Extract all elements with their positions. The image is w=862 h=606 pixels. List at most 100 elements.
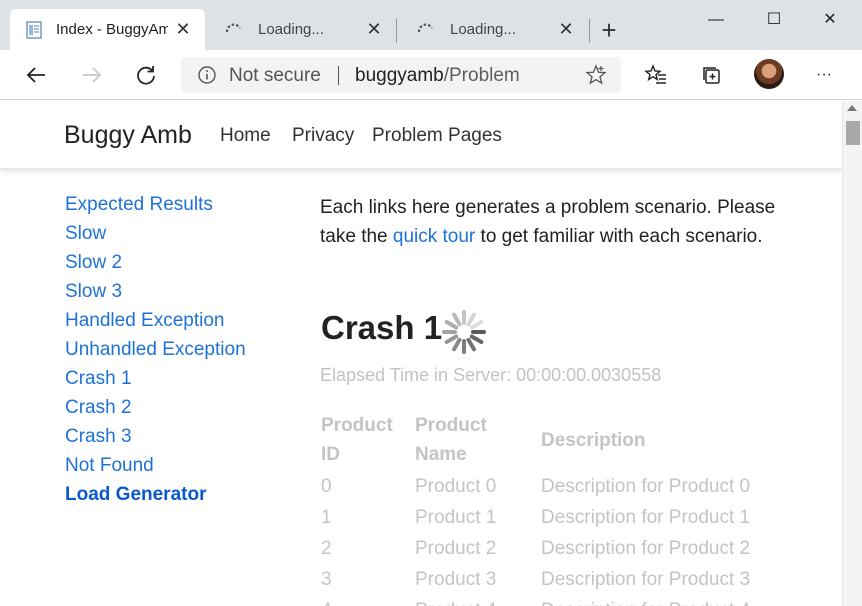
tab-active[interactable]: Index - BuggyAmb ✕ [10, 9, 205, 50]
sidebar-link-not-found[interactable]: Not Found [65, 454, 246, 483]
scroll-up-arrow-icon[interactable] [847, 105, 857, 111]
cell-product-name: Product 0 [415, 476, 497, 497]
column-header-description: Description [541, 429, 646, 451]
cell-product-id: 3 [321, 569, 332, 590]
favorites-button[interactable] [640, 60, 672, 90]
table-row: 4Product 4Description for Product 4 [313, 595, 758, 606]
tab-loading[interactable]: Loading... ✕ [210, 9, 396, 50]
nav-privacy[interactable]: Privacy [292, 125, 354, 147]
sidebar-link-handled-exception[interactable]: Handled Exception [65, 309, 246, 338]
table-row: 1 Product 1 Description for Product 1 [313, 502, 758, 533]
page-title: Crash 1 [321, 309, 443, 346]
intro-after: to get familiar with each scenario. [475, 226, 763, 247]
column-header-product-name: Product Name [415, 415, 487, 465]
cell-description: Description for Product 4 [533, 595, 758, 606]
address-bar[interactable]: Not secure buggyamb/Problem [181, 57, 621, 93]
loading-spinner-icon [442, 310, 486, 354]
more-menu-button[interactable]: ··· [808, 60, 840, 90]
browser-toolbar: Not secure buggyamb/Problem ··· [0, 50, 862, 100]
sidebar-link-slow-3[interactable]: Slow 3 [65, 280, 246, 309]
table-row: 3 Product 3 Description for Product 3 [313, 564, 758, 595]
tab-close-icon[interactable]: ✕ [556, 19, 576, 39]
sidebar-link-unhandled-exception[interactable]: Unhandled Exception [65, 338, 246, 367]
scrollbar-thumb[interactable] [846, 121, 860, 145]
tab-strip: Index - BuggyAmb ✕ Loading... ✕ Loading.… [0, 0, 862, 50]
maximize-button[interactable]: ☐ [760, 7, 788, 35]
sidebar-link-crash-1[interactable]: Crash 1 [65, 367, 246, 396]
refresh-icon [137, 66, 155, 85]
cell-product-id: 1 [321, 507, 332, 528]
tab-loading[interactable]: Loading... ✕ [402, 9, 588, 50]
nav-problem-pages[interactable]: Problem Pages [372, 125, 502, 147]
cell-product-id: 4 [313, 595, 407, 606]
refresh-button[interactable] [130, 60, 162, 90]
profile-avatar[interactable] [754, 59, 784, 89]
security-label[interactable]: Not secure [229, 65, 321, 87]
cell-product-name: Product 3 [415, 569, 497, 590]
vertical-scrollbar[interactable] [842, 101, 862, 606]
sidebar-link-load-generator[interactable]: Load Generator [65, 483, 246, 512]
add-favorite-icon[interactable] [585, 64, 607, 86]
page-icon [24, 20, 44, 40]
cell-description: Description for Product 0 [541, 476, 751, 497]
nav-home[interactable]: Home [220, 125, 271, 147]
cell-description: Description for Product 1 [541, 507, 751, 528]
loading-spinner-icon [224, 20, 244, 40]
new-tab-button[interactable]: + [596, 17, 622, 44]
back-icon [26, 67, 45, 83]
spinner-tick [466, 337, 476, 352]
spinner-tick [444, 334, 459, 344]
favorites-list-icon [644, 64, 666, 84]
spinner-tick [466, 312, 476, 327]
table-row: 0 Product 0 Description for Product 0 [313, 471, 758, 502]
cell-product-id: 0 [321, 476, 332, 497]
elapsed-time: Elapsed Time in Server: 00:00:00.0030558 [320, 365, 662, 385]
cell-description: Description for Product 2 [541, 538, 751, 559]
loading-spinner-icon [416, 20, 436, 40]
spinner-tick [444, 320, 459, 330]
site-navbar: Buggy Amb Home Privacy Problem Pages [0, 101, 842, 169]
tab-title: Loading... [258, 21, 324, 38]
url-path: /Problem [443, 65, 520, 86]
column-header-product-id: Product ID [321, 415, 393, 465]
collections-icon [703, 67, 720, 84]
cell-product-id: 2 [321, 538, 332, 559]
products-table: Product ID Product Name Description 0 Pro… [313, 409, 758, 606]
cell-product-name: Product 2 [415, 538, 497, 559]
sidebar-link-expected-results[interactable]: Expected Results [65, 193, 246, 222]
cell-product-name: Product 4 [407, 595, 533, 606]
minimize-button[interactable]: — [702, 7, 730, 35]
tab-separator [589, 19, 590, 43]
close-window-button[interactable]: ✕ [816, 7, 844, 35]
tab-close-icon[interactable]: ✕ [173, 19, 193, 39]
spinner-tick [469, 334, 484, 344]
back-button[interactable] [20, 60, 52, 90]
problem-sidebar: Expected Results Slow Slow 2 Slow 3 Hand… [65, 193, 246, 512]
spinner-tick [452, 337, 462, 352]
sidebar-link-slow[interactable]: Slow [65, 222, 246, 251]
address-separator [338, 66, 339, 85]
spinner-tick [469, 320, 484, 330]
tab-separator [396, 19, 397, 43]
forward-icon [83, 67, 102, 83]
forward-button[interactable] [76, 60, 108, 90]
url-text[interactable]: buggyamb/Problem [355, 65, 520, 87]
url-host: buggyamb [355, 65, 444, 86]
cell-product-name: Product 1 [415, 507, 497, 528]
sidebar-link-crash-3[interactable]: Crash 3 [65, 425, 246, 454]
sidebar-link-crash-2[interactable]: Crash 2 [65, 396, 246, 425]
cell-description: Description for Product 3 [541, 569, 751, 590]
tab-title: Loading... [450, 21, 516, 38]
tab-title: Index - BuggyAmb [56, 21, 168, 38]
spinner-tick [452, 312, 462, 327]
table-row: 2 Product 2 Description for Product 2 [313, 533, 758, 564]
info-icon[interactable] [197, 65, 217, 85]
collections-button[interactable] [696, 60, 728, 90]
sidebar-link-slow-2[interactable]: Slow 2 [65, 251, 246, 280]
table-header-row: Product ID Product Name Description [313, 409, 758, 471]
site-brand[interactable]: Buggy Amb [64, 121, 192, 150]
page-viewport: Buggy Amb Home Privacy Problem Pages Exp… [0, 101, 862, 606]
quick-tour-link[interactable]: quick tour [393, 226, 475, 247]
tab-close-icon[interactable]: ✕ [364, 19, 384, 39]
intro-text: Each links here generates a problem scen… [320, 193, 790, 251]
